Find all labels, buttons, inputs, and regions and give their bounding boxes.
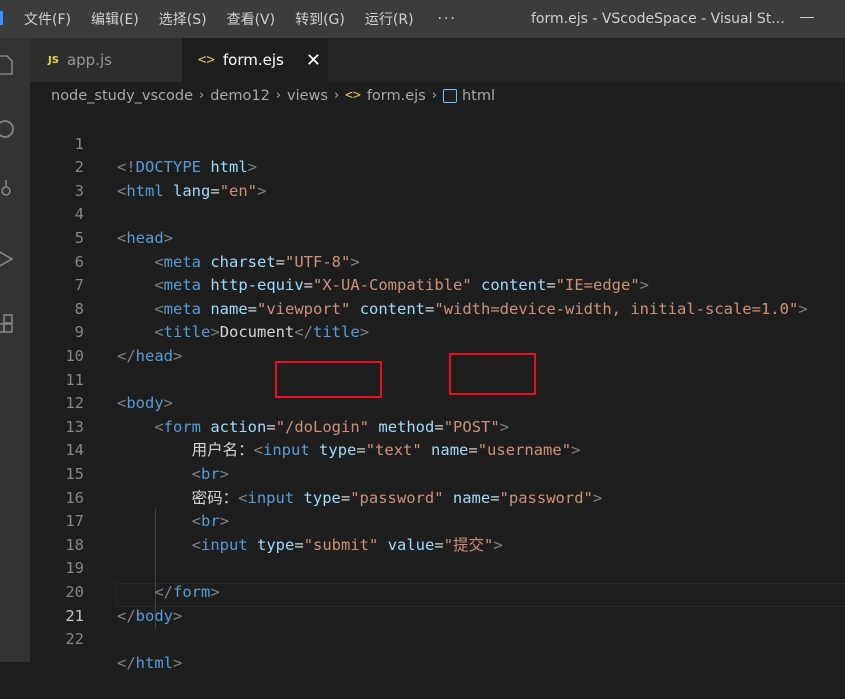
vscode-logo-icon — [0, 11, 3, 25]
chevron-right-icon: › — [431, 88, 437, 103]
code-line: 18 — [30, 510, 845, 554]
annotation-box-method — [449, 353, 536, 395]
code-line: 8 <title>Document</title> — [30, 274, 845, 342]
annotation-box-action — [275, 361, 382, 398]
code-line: 10 — [30, 321, 845, 365]
breadcrumb-item[interactable]: html — [462, 88, 495, 104]
code-line: 11 <body> — [30, 345, 845, 413]
code-line: 13 用户名：<input type="text" name="username… — [30, 392, 845, 460]
code-line: 6 <meta http-equiv="X-UA-Compatible" con… — [30, 227, 845, 295]
tab-label: form.ejs — [222, 51, 284, 69]
javascript-file-icon: JS — [48, 54, 59, 66]
ejs-file-icon: <> — [345, 88, 361, 103]
breadcrumb-item[interactable]: demo12 — [210, 88, 270, 104]
code-line: 15 密码：<input type="password" name="passw… — [30, 439, 845, 507]
code-line: 17 <input type="submit" value="提交"> — [30, 487, 845, 554]
menu-file[interactable]: 文件(F) — [24, 9, 71, 29]
menu-bar: 文件(F) 编辑(E) 选择(S) 查看(V) 转到(G) 运行(R) ··· — [24, 0, 457, 38]
code-line: 9 </head> — [30, 298, 845, 365]
code-line: 22 </html> — [30, 605, 845, 672]
line-number: 22 — [65, 630, 84, 649]
code-line: 5 <meta charset="UTF-8"> — [30, 203, 845, 271]
code-line: 3 — [30, 156, 845, 200]
menu-view[interactable]: 查看(V) — [227, 9, 276, 29]
code-line: 21 — [30, 581, 845, 625]
code-line: 19 </form> — [30, 534, 845, 601]
menu-edit[interactable]: 编辑(E) — [91, 9, 139, 29]
breadcrumb-item[interactable]: form.ejs — [367, 88, 426, 104]
breadcrumb-item[interactable]: node_study_vscode — [51, 88, 193, 104]
files-icon[interactable] — [0, 54, 16, 76]
source-control-icon[interactable] — [0, 178, 16, 200]
code-line: 7 <meta name="viewport" content="width=d… — [30, 251, 845, 318]
window-title: form.ejs - VScodeSpace - Visual St... — [531, 11, 785, 27]
chevron-right-icon: › — [199, 88, 205, 103]
menu-more-icon[interactable]: ··· — [438, 11, 457, 27]
search-icon[interactable] — [0, 118, 16, 140]
menu-go[interactable]: 转到(G) — [295, 9, 345, 29]
minimize-icon[interactable] — [800, 17, 814, 18]
code-line: 14 <br> — [30, 416, 845, 483]
code-line: 1 <!DOCTYPE html> — [30, 109, 845, 177]
code-line: 12 <form action="/doLogin" method="POST"… — [30, 369, 845, 436]
tab-app-js[interactable]: JS app.js — [30, 38, 182, 82]
activity-bar — [0, 38, 30, 662]
code-line: 2 <html lang="en"> — [30, 133, 845, 200]
breadcrumb: node_study_vscode › demo12 › views › <> … — [51, 82, 495, 109]
tab-bar: JS app.js <> form.ejs ✕ — [30, 38, 845, 82]
chevron-right-icon: › — [333, 88, 340, 103]
ejs-file-icon: <> — [198, 52, 215, 68]
menu-selection[interactable]: 选择(S) — [159, 9, 207, 29]
code-line: 16 <br> — [30, 463, 845, 531]
symbol-element-icon — [442, 88, 457, 103]
menu-run[interactable]: 运行(R) — [365, 9, 414, 29]
code-line: 20 </body> — [30, 557, 845, 625]
code-editor[interactable]: 1 <!DOCTYPE html> 2 <html lang="en"> 3 4… — [30, 109, 845, 672]
chevron-right-icon: › — [275, 88, 281, 103]
close-icon[interactable]: ✕ — [306, 50, 321, 71]
tab-label: app.js — [66, 51, 112, 69]
breadcrumb-item[interactable]: views — [287, 88, 328, 104]
title-bar: 文件(F) 编辑(E) 选择(S) 查看(V) 转到(G) 运行(R) ··· … — [0, 0, 845, 38]
run-debug-icon[interactable] — [0, 248, 16, 270]
extensions-icon[interactable] — [0, 313, 16, 335]
tab-form-ejs[interactable]: <> form.ejs ✕ — [182, 38, 328, 82]
code-line: 4 <head> — [30, 180, 845, 247]
